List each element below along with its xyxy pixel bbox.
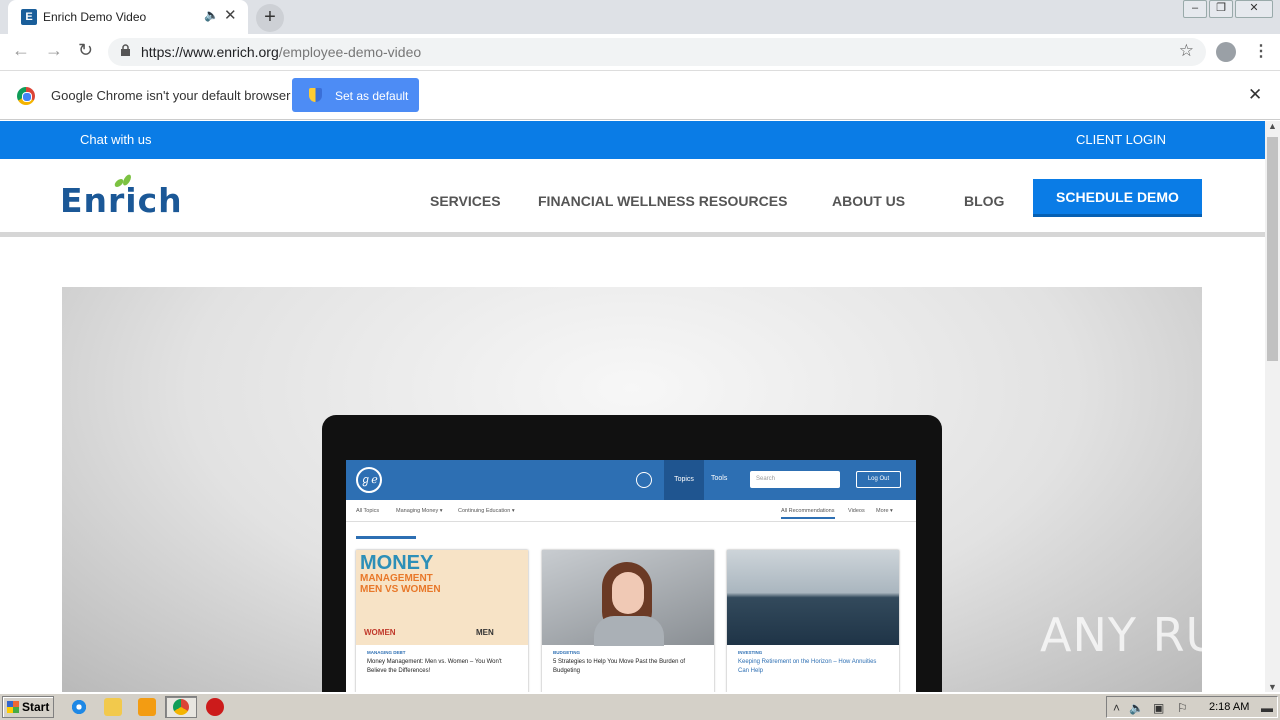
- card-title: Keeping Retirement on the Horizon – How …: [738, 659, 877, 674]
- laptop-frame: ℊℯ Topics Tools Search Log Out All Topic…: [322, 415, 942, 692]
- media-player-icon[interactable]: [138, 698, 156, 716]
- section-underline: [356, 536, 416, 539]
- url-host: https://www.enrich.org: [141, 44, 279, 60]
- schedule-demo-button[interactable]: SCHEDULE DEMO: [1033, 179, 1202, 217]
- nav-blog[interactable]: BLOG: [964, 193, 1004, 209]
- windows-flag-icon: [7, 701, 19, 713]
- close-tab-icon[interactable]: ✕: [224, 6, 237, 24]
- address-bar[interactable]: https://www.enrich.org/employee-demo-vid…: [108, 38, 1206, 66]
- demo-video-player[interactable]: ℊℯ Topics Tools Search Log Out All Topic…: [62, 287, 1202, 692]
- card-image-woman-photo: [542, 550, 714, 646]
- file-explorer-icon[interactable]: [104, 698, 122, 716]
- chrome-taskbar-button[interactable]: [165, 696, 197, 718]
- card-image: MONEY MANAGEMENT MEN VS WOMEN WOMEN MEN: [356, 550, 528, 645]
- screen-logout: Log Out: [856, 471, 901, 488]
- card-image-ocean-photo: [727, 550, 899, 645]
- photo-face: [612, 572, 644, 614]
- user-icon: [636, 472, 652, 488]
- card-image-women: WOMEN: [364, 628, 396, 637]
- scrollbar-thumb[interactable]: [1267, 137, 1278, 361]
- lock-icon: [121, 44, 130, 56]
- url-path: /employee-demo-video: [278, 44, 422, 60]
- browser-toolbar: ← → ↻ https://www.enrich.org/employee-de…: [0, 34, 1280, 71]
- card-image-men: MEN: [476, 628, 494, 637]
- chrome-menu-icon[interactable]: ⋮: [1253, 41, 1269, 61]
- screen-subnav-item: Continuing Education ▾: [458, 508, 515, 514]
- card-category: BUDGETING: [553, 650, 580, 655]
- site-topbar: Chat with us CLIENT LOGIN: [0, 121, 1265, 159]
- screen-card: INVESTING Keeping Retirement on the Hori…: [727, 550, 899, 692]
- close-infobar-icon[interactable]: ✕: [1248, 85, 1262, 105]
- enrich-favicon-icon: E: [21, 9, 37, 25]
- audio-playing-icon[interactable]: 🔈: [204, 8, 219, 22]
- card-category: INVESTING: [738, 650, 763, 655]
- screen-search: Search: [750, 471, 840, 488]
- card-image-sub: MANAGEMENT MEN VS WOMEN: [360, 573, 441, 595]
- profile-avatar-icon[interactable]: [1216, 42, 1236, 62]
- default-browser-infobar: Google Chrome isn't your default browser…: [0, 72, 1280, 120]
- scroll-up-icon[interactable]: ▲: [1268, 121, 1277, 131]
- anyrun-watermark: ANY RUN: [1040, 608, 1256, 662]
- client-login-link[interactable]: CLIENT LOGIN: [1076, 132, 1166, 147]
- ge-logo-icon: ℊℯ: [356, 467, 382, 493]
- stop-app-icon[interactable]: [206, 698, 224, 716]
- windows-taskbar: Start ˄ 🔈 ▣ ⚐ 2:18 AM ▬: [0, 692, 1280, 720]
- reload-icon[interactable]: ↻: [78, 40, 93, 61]
- system-tray: ˄ 🔈 ▣ ⚐ 2:18 AM ▬: [1106, 696, 1278, 718]
- screen-card: MONEY MANAGEMENT MEN VS WOMEN WOMEN MEN M…: [356, 550, 528, 692]
- screen-tab-tools: Tools: [711, 475, 728, 482]
- network-icon[interactable]: ▣: [1153, 701, 1164, 715]
- infobar-message: Google Chrome isn't your default browser: [51, 88, 291, 103]
- screen-card: BUDGETING 5 Strategies to Help You Move …: [542, 550, 714, 692]
- chrome-logo-icon: [17, 87, 35, 105]
- forward-icon[interactable]: →: [45, 40, 63, 61]
- nav-financial-wellness-resources[interactable]: FINANCIAL WELLNESS RESOURCES: [538, 193, 787, 209]
- uac-shield-icon: [309, 88, 322, 102]
- back-icon[interactable]: ←: [12, 40, 30, 61]
- card-image-sub1: MANAGEMENT: [360, 573, 433, 584]
- photo-scarf: [594, 616, 664, 646]
- start-button[interactable]: Start: [2, 696, 54, 718]
- set-as-default-button[interactable]: Set as default: [292, 78, 419, 112]
- screen-subnav-item: Managing Money ▾: [396, 508, 443, 514]
- screen-subnav-item: More ▾: [876, 508, 893, 514]
- restore-window-icon[interactable]: ❐: [1209, 0, 1233, 18]
- volume-icon[interactable]: 🔈: [1129, 701, 1144, 715]
- page-scrollbar[interactable]: ▲ ▼: [1265, 121, 1280, 692]
- chrome-icon: [173, 699, 189, 715]
- tab-strip: E Enrich Demo Video 🔈 ✕ + – ❐ ✕: [0, 0, 1280, 34]
- enrich-logo[interactable]: Enrich: [60, 181, 183, 220]
- internet-explorer-icon[interactable]: [70, 698, 88, 716]
- clock[interactable]: 2:18 AM: [1209, 701, 1249, 713]
- card-category: MANAGING DEBT: [367, 650, 406, 655]
- new-tab-button[interactable]: +: [256, 4, 284, 32]
- scroll-down-icon[interactable]: ▼: [1268, 682, 1277, 692]
- card-image-title: MONEY: [360, 552, 434, 574]
- start-label: Start: [22, 700, 50, 714]
- chat-with-us-link[interactable]: Chat with us: [80, 132, 152, 147]
- url-text: https://www.enrich.org/employee-demo-vid…: [141, 44, 421, 60]
- screen-tab-topics: Topics: [664, 460, 704, 500]
- tray-expand-icon[interactable]: ˄: [1113, 701, 1120, 715]
- set-as-default-label: Set as default: [335, 89, 409, 103]
- nav-services[interactable]: SERVICES: [430, 193, 501, 209]
- card-title: Money Management: Men vs. Women – You Wo…: [367, 659, 502, 674]
- card-title: 5 Strategies to Help You Move Past the B…: [553, 659, 686, 674]
- screen-header: ℊℯ Topics Tools Search Log Out: [346, 460, 916, 500]
- action-center-flag-icon[interactable]: ⚐: [1177, 701, 1188, 715]
- show-desktop-icon[interactable]: ▬: [1261, 701, 1273, 715]
- minimize-window-icon[interactable]: –: [1183, 0, 1207, 18]
- browser-tab[interactable]: E Enrich Demo Video 🔈 ✕: [8, 0, 248, 34]
- screen-subnav: All Topics Managing Money ▾ Continuing E…: [346, 500, 916, 522]
- close-window-icon[interactable]: ✕: [1235, 0, 1273, 18]
- main-nav: Enrich SERVICES FINANCIAL WELLNESS RESOU…: [0, 159, 1265, 237]
- screen-subnav-item: Videos: [848, 508, 865, 514]
- bookmark-star-icon[interactable]: ☆: [1179, 41, 1194, 61]
- nav-about-us[interactable]: ABOUT US: [832, 193, 905, 209]
- tab-title: Enrich Demo Video: [43, 10, 147, 24]
- screen-subnav-item: All Topics: [356, 508, 380, 514]
- screen-subnav-item: All Recommendations: [781, 508, 835, 519]
- laptop-screen: ℊℯ Topics Tools Search Log Out All Topic…: [346, 460, 916, 692]
- card-image-sub2: MEN VS WOMEN: [360, 584, 441, 595]
